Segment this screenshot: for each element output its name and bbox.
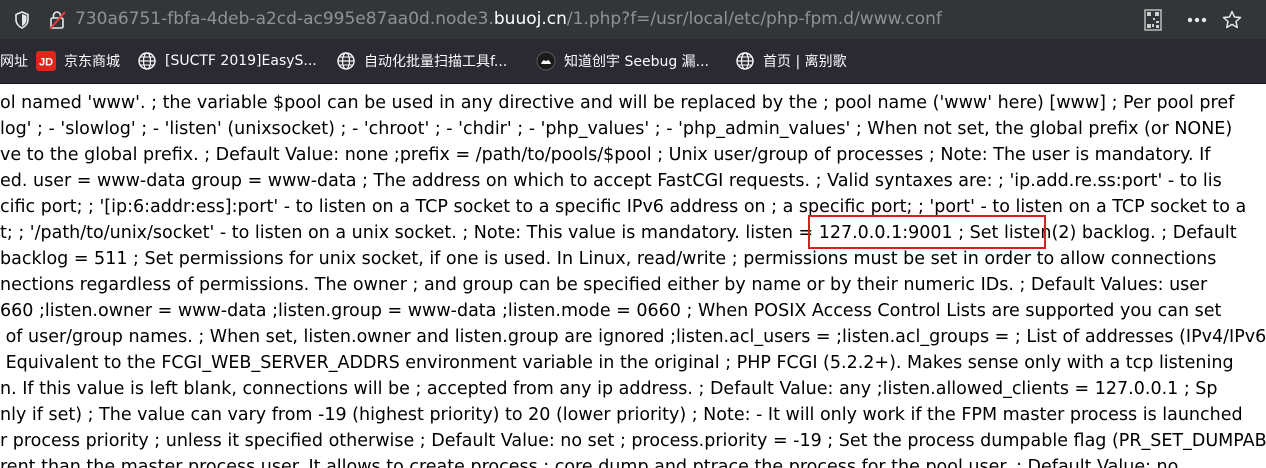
- qr-code-icon[interactable]: [1141, 0, 1165, 39]
- content-line: rent than the master process user. It al…: [0, 457, 1179, 468]
- content-line: r process priority ; unless it specified…: [0, 431, 1266, 451]
- bookmark-label: 京东商城: [64, 54, 120, 70]
- content-line: n. If this value is left blank, connecti…: [0, 379, 1218, 399]
- content-line: nections regardless of permissions. The …: [0, 275, 1208, 295]
- bookmarks-bar: 网址 JD 京东商城 [SUCTF 2019]EasyS... 自动化批量扫描工…: [0, 39, 1266, 84]
- globe-icon: [137, 51, 157, 71]
- url-field[interactable]: 730a6751-fbfa-4deb-a2cd-ac995e87aa0d.nod…: [75, 0, 942, 39]
- bookmark-seebug[interactable]: 知道创宇 Seebug 漏...: [536, 39, 709, 83]
- content-line: cific port; ; '[ip:6:addr:ess]:port' - t…: [0, 197, 1247, 217]
- content-line: 660 ;listen.owner = www-data ;listen.gro…: [0, 301, 1222, 321]
- content-line: backlog = 511 ; Set permissions for unix…: [0, 249, 1217, 269]
- bookmark-label: [SUCTF 2019]EasyS...: [165, 53, 317, 69]
- highlight-box: [808, 215, 1046, 249]
- page-content: ol named 'www'. ; the variable $pool can…: [0, 84, 1266, 468]
- bookmark-home[interactable]: 首页 | 离别歌: [735, 39, 847, 83]
- bookmark-label: 自动化批量扫描工具f...: [364, 54, 508, 70]
- url-path: /1.php?f=/usr/local/etc/php-fpm.d/www.co…: [566, 9, 942, 29]
- bookmark-label: 网址: [0, 54, 28, 70]
- url-prefix: 730a6751-fbfa-4deb-a2cd-ac995e87aa0d.nod…: [75, 9, 494, 29]
- content-line: ed. user = www-data group = www-data ; T…: [0, 171, 1222, 191]
- seebug-icon: [536, 51, 556, 71]
- globe-icon: [336, 51, 356, 71]
- bookmark-label: 知道创宇 Seebug 漏...: [564, 54, 710, 70]
- insecure-lock-icon[interactable]: [46, 0, 68, 39]
- svg-text:JD: JD: [39, 57, 53, 69]
- star-icon[interactable]: [1220, 0, 1244, 39]
- content-line: nly if set) ; The value can vary from -1…: [0, 405, 1243, 425]
- bookmark-partial[interactable]: 网址: [0, 39, 28, 83]
- bookmark-jd[interactable]: JD 京东商城: [36, 39, 120, 83]
- globe-icon: [735, 51, 755, 71]
- content-line: t; ; '/path/to/unix/socket' - to listen …: [0, 223, 1237, 243]
- bookmark-suctf[interactable]: [SUCTF 2019]EasyS...: [137, 39, 317, 83]
- jd-logo-icon: JD: [36, 51, 56, 71]
- shield-icon[interactable]: [12, 0, 32, 39]
- content-line: Equivalent to the FCGI_WEB_SERVER_ADDRS …: [0, 353, 1234, 373]
- bookmark-label: 首页 | 离别歌: [763, 54, 847, 70]
- browser-toolbar: 730a6751-fbfa-4deb-a2cd-ac995e87aa0d.nod…: [0, 0, 1266, 39]
- more-icon[interactable]: [1185, 0, 1209, 39]
- bookmark-scanner[interactable]: 自动化批量扫描工具f...: [336, 39, 507, 83]
- content-line: ve to the global prefix. ; Default Value…: [0, 145, 1211, 165]
- content-line: ol named 'www'. ; the variable $pool can…: [0, 93, 1235, 113]
- url-host: buuoj.cn: [493, 9, 567, 29]
- content-line: of user/group names. ; When set, listen.…: [0, 327, 1266, 347]
- content-line: log' ; - 'slowlog' ; - 'listen' (unixsoc…: [0, 119, 1233, 139]
